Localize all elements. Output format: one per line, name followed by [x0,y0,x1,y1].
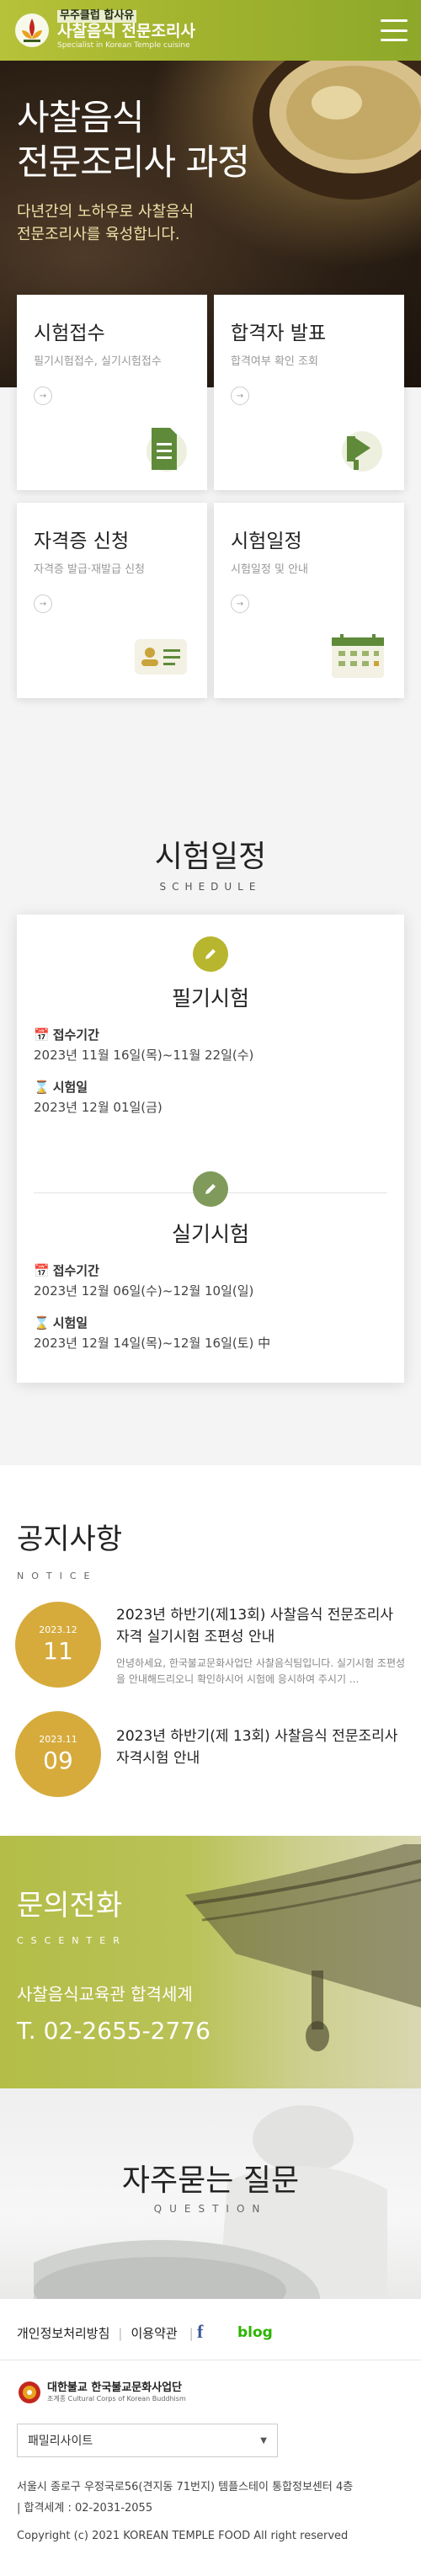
megaphone-icon [342,431,382,472]
footer-copyright: Copyright (c) 2021 KOREAN TEMPLE FOOD Al… [17,2530,349,2542]
card-title: 합격자 발표 [231,323,327,344]
exam-date-label: ⌛ 시험일 [34,1079,88,1096]
blog-icon[interactable]: blog [237,2324,273,2341]
terms-link[interactable]: 이용약관 [131,2324,177,2342]
card-title: 시험일정 [231,531,302,552]
calendar-icon: 📅 [34,1027,50,1043]
logo-top-text: 무주클럽 합사유 [57,9,137,24]
notice-subtitle: NOTICE [17,1571,98,1581]
card-subtitle: 시험일정 및 안내 [231,563,308,576]
card-subtitle: 합격여부 확인 조회 [231,355,318,368]
logo-lotus-icon [13,12,51,49]
apply-period-label: 📅 접수기간 [34,1262,99,1279]
card-exam-apply[interactable]: 시험접수 필기시험접수, 실기시험접수 → [17,295,207,490]
schedule-subtitle: SCHEDULE [159,881,262,893]
hero-title: 사찰음식 전문조리사 과정 [17,97,250,183]
chevron-down-icon: ▼ [260,2435,267,2445]
schedule-panel: 필기시험 📅 접수기간 2023년 11월 16일(목)~11월 22일(수) ⌛… [17,915,404,1383]
card-subtitle: 자격증 발급·재발급 신청 [34,563,145,576]
calendar-icon: 📅 [34,1262,50,1278]
site-header: 무주클럽 합사유 사찰음식 전문조리사 Specialist in Korean… [0,0,421,61]
logo-main-text: 사찰음식 전문조리사 [57,22,195,41]
notice-date-badge: 2023.11 09 [15,1711,101,1797]
footer-org-logo: 대한불교 한국불교문화사업단 조계종 Cultural Corps of Kor… [17,2380,186,2405]
hourglass-icon: ⌛ [34,1079,50,1095]
card-certificate-apply[interactable]: 자격증 신청 자격증 발급·재발급 신청 → [17,503,207,698]
hero-description: 다년간의 노하우로 사찰음식 전문조리사를 육성합니다. [17,203,195,243]
id-card-icon [135,639,187,675]
org-emblem-icon [19,2381,40,2403]
footer-links: 개인정보처리방침 | 이용약관 | [17,2324,194,2342]
site-footer: 개인정보처리방침 | 이용약관 | f blog 대한불교 한국불교문화사업단 … [0,2299,421,2576]
temple-roof-image [185,1844,421,2051]
facebook-icon[interactable]: f [197,2321,203,2343]
notice-item-body: 안녕하세요, 한국불교문화사업단 사찰음식팀입니다. 실기시험 조편성을 안내해… [116,1657,406,1686]
family-site-label: 패밀리사이트 [28,2435,93,2448]
faq-subtitle: QUESTION [153,2203,268,2215]
card-subtitle: 필기시험접수, 실기시험접수 [34,355,162,368]
exam-name-practical: 실기시험 [171,1222,249,1246]
hourglass-icon: ⌛ [34,1315,50,1331]
contact-subtitle: CSCENTER [17,1935,127,1946]
arrow-right-icon: → [231,387,249,405]
arrow-right-icon: → [34,595,52,613]
card-exam-schedule[interactable]: 시험일정 시험일정 및 안내 → [214,503,404,698]
schedule-title: 시험일정 [154,840,267,874]
org-name-sub: 조계종 Cultural Corps of Korean Buddhism [47,2395,186,2403]
arrow-right-icon: → [231,595,249,613]
contact-phone[interactable]: T. 02-2655-2776 [17,2017,210,2045]
apply-period-value: 2023년 12월 06일(수)~12월 10일(일) [34,1283,254,1299]
faq-section[interactable]: 자주묻는 질문 QUESTION [0,2088,421,2299]
contact-org: 사찰음식교육관 합격세계 [17,1984,193,2004]
card-title: 자격증 신청 [34,531,130,552]
exam-date-value: 2023년 12월 14일(목)~12월 16일(토) 中 [34,1336,271,1351]
privacy-policy-link[interactable]: 개인정보처리방침 [17,2324,109,2342]
contact-title: 문의전화 [17,1889,123,1923]
footer-address: 서울시 종로구 우정국로56(견지동 71번지) 템플스테이 통합정보센터 4층… [17,2481,354,2515]
exam-date-label: ⌛ 시험일 [34,1315,88,1331]
notice-item-title[interactable]: 2023년 하반기(제 13회) 사찰음식 전문조리사 자격시험 안내 [116,1726,406,1769]
notice-item-title[interactable]: 2023년 하반기(제13회) 사찰음식 전문조리사 자격 실기시험 조편성 안… [116,1605,406,1648]
contact-section: 문의전화 CSCENTER 사찰음식교육관 합격세계 T. 02-2655-27… [0,1836,421,2088]
pencil-icon [193,1171,228,1207]
site-logo[interactable]: 무주클럽 합사유 사찰음식 전문조리사 Specialist in Korean… [13,9,195,51]
hero-bowl-image [253,61,421,200]
exam-name-written: 필기시험 [171,986,249,1011]
calendar-icon [332,634,384,678]
footer-phone: | 합격세계 : 02-2031-2055 [17,2501,153,2515]
notice-title: 공지사항 [17,1523,123,1556]
pencil-icon [193,936,228,972]
apply-period-label: 📅 접수기간 [34,1027,99,1043]
arrow-right-icon: → [34,387,52,405]
menu-hamburger-icon[interactable] [381,19,408,41]
document-icon [147,428,187,472]
notice-date-badge: 2023.12 11 [15,1602,101,1688]
exam-date-value: 2023년 12월 01일(금) [34,1100,163,1115]
apply-period-value: 2023년 11월 16일(목)~11월 22일(수) [34,1048,254,1063]
notice-section: 공지사항 NOTICE 2023.12 11 2023년 하반기(제13회) 사… [0,1465,421,1836]
org-name: 대한불교 한국불교문화사업단 [47,2381,183,2395]
card-pass-announcement[interactable]: 합격자 발표 합격여부 확인 조회 → [214,295,404,490]
family-site-select[interactable]: 패밀리사이트 ▼ [17,2424,278,2457]
faq-title: 자주묻는 질문 [121,2163,300,2198]
logo-sub-text: Specialist in Korean Temple cuisine [57,41,190,51]
card-title: 시험접수 [34,323,105,344]
